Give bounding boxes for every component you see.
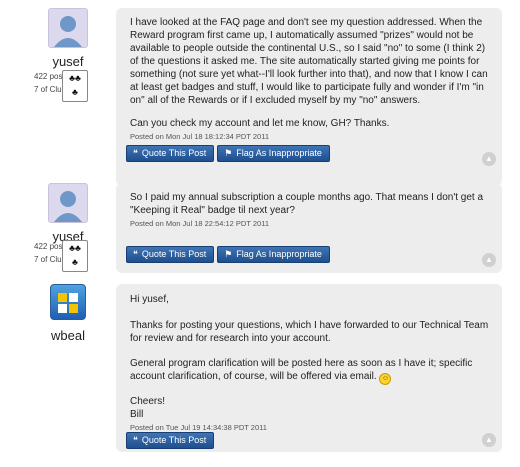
post-actions: ❝ Quote This Post: [126, 430, 217, 449]
post-author: yusef: [26, 183, 110, 244]
post-timestamp: Posted on Mon Jul 18 18:12:34 PDT 2011: [130, 132, 269, 141]
post-author: wbeal: [26, 284, 110, 343]
post-text: Can you check my account and let me know…: [130, 118, 390, 129]
post-bubble: So I paid my annual subscription a coupl…: [116, 183, 502, 273]
post-text: I have looked at the FAQ page and don't …: [130, 17, 488, 106]
author-name[interactable]: wbeal: [26, 328, 110, 343]
post-signoff: Cheers! Bill: [130, 396, 166, 420]
flag-icon: ⚑: [224, 148, 233, 158]
quote-icon: ❝: [133, 249, 138, 259]
author-stats: 422 posts 7 of Clubs: [8, 240, 104, 266]
user-silhouette-icon: [54, 191, 82, 222]
post-text: Thanks for posting your questions, which…: [130, 320, 489, 344]
flag-button[interactable]: ⚑ Flag As Inappropriate: [217, 145, 330, 162]
chevron-up-icon[interactable]: ▲: [482, 152, 496, 166]
quote-button[interactable]: ❝ Quote This Post: [126, 145, 215, 162]
chevron-up-icon[interactable]: ▲: [482, 433, 496, 447]
quote-icon: ❝: [133, 435, 138, 445]
quote-icon: ❝: [133, 148, 138, 158]
smiley-icon: ☺: [379, 373, 392, 385]
post-text: General program clarification will be po…: [130, 357, 490, 385]
avatar[interactable]: [48, 8, 88, 48]
post-timestamp: Posted on Mon Jul 18 22:54:12 PDT 2011: [130, 219, 269, 228]
post-count: 422 posts: [34, 242, 69, 251]
post-bubble: Hi yusef, Thanks for posting your questi…: [116, 284, 502, 452]
logo-icon: [58, 293, 78, 313]
post-greeting: Hi yusef,: [130, 294, 169, 305]
club-rank: 7 of Clubs: [34, 85, 71, 94]
post-bubble: I have looked at the FAQ page and don't …: [116, 8, 502, 186]
flag-icon: ⚑: [224, 249, 233, 259]
post-count: 422 posts: [34, 72, 69, 81]
author-name[interactable]: yusef: [26, 54, 110, 69]
quote-button[interactable]: ❝ Quote This Post: [126, 246, 215, 263]
playing-card-icon: ♣♣ ♣: [62, 70, 88, 102]
post-text: So I paid my annual subscription a coupl…: [130, 192, 484, 216]
avatar[interactable]: [50, 284, 86, 320]
quote-button[interactable]: ❝ Quote This Post: [126, 432, 215, 449]
post-actions: ❝ Quote This Post ⚑ Flag As Inappropriate: [126, 244, 333, 263]
avatar[interactable]: [48, 183, 88, 223]
club-rank: 7 of Clubs: [34, 255, 71, 264]
author-stats: 422 posts 7 of Clubs: [8, 70, 104, 96]
chevron-up-icon[interactable]: ▲: [482, 253, 496, 267]
post-author: yusef: [26, 8, 110, 69]
post-actions: ❝ Quote This Post ⚑ Flag As Inappropriate: [126, 143, 333, 162]
user-silhouette-icon: [54, 16, 82, 47]
flag-button[interactable]: ⚑ Flag As Inappropriate: [217, 246, 330, 263]
playing-card-icon: ♣♣ ♣: [62, 240, 88, 272]
